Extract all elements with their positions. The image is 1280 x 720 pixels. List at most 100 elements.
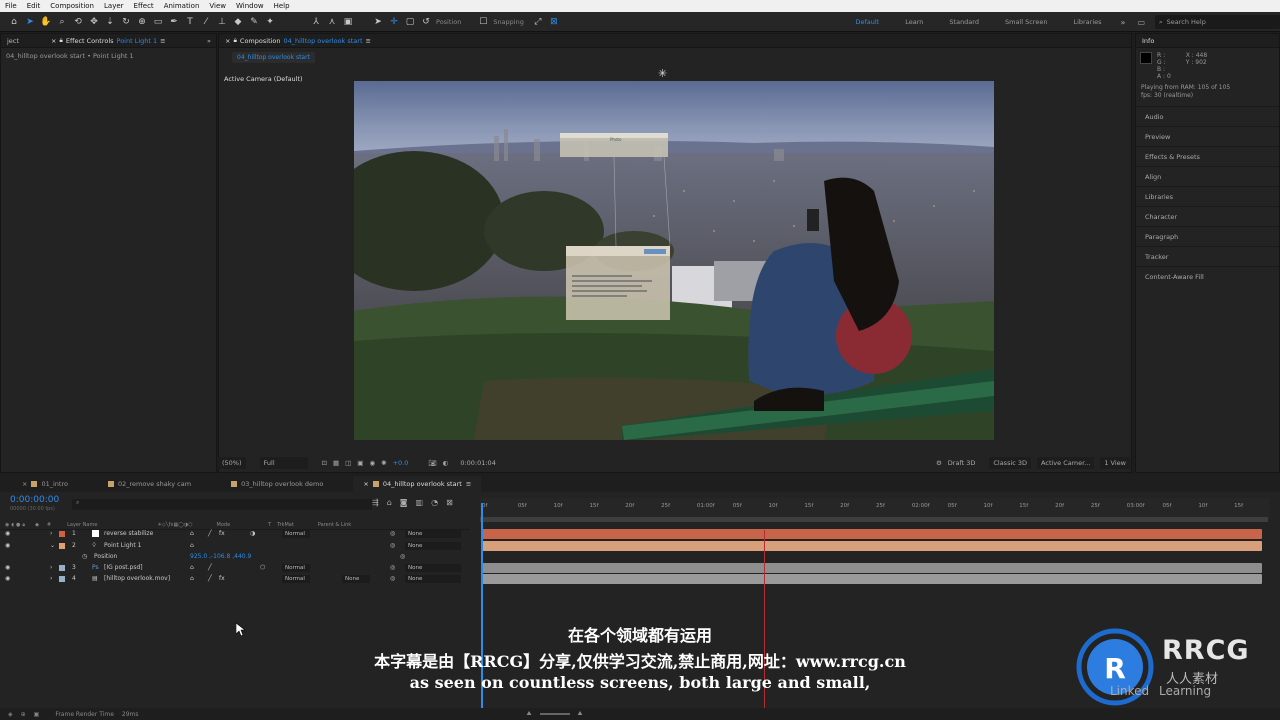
position-value[interactable]: 925.0 ,-106.8 ,440.9: [190, 553, 251, 560]
mode-dropdown[interactable]: Normal: [282, 563, 310, 572]
layer-duration-bar[interactable]: [482, 574, 1262, 584]
composition-sub-tab[interactable]: 04_hilltop overlook start: [232, 52, 315, 63]
frame-blend-icon[interactable]: ▥: [416, 498, 424, 507]
shy-switch-icon[interactable]: ⌂: [190, 542, 194, 549]
zoom-out-icon[interactable]: ⛰: [527, 710, 532, 718]
parent-dropdown[interactable]: None: [405, 563, 461, 572]
graph-editor-icon[interactable]: ⊠: [446, 498, 453, 507]
point-light-icon[interactable]: ✳: [658, 67, 667, 80]
menu-help[interactable]: Help: [269, 2, 295, 10]
layer-row[interactable]: ◉ › 1 reverse stabilize ⌂ ╱ fx ◑ Normal …: [0, 528, 470, 539]
panel-tracker[interactable]: Tracker: [1136, 246, 1279, 266]
timeline-tab-demo[interactable]: 03_hilltop overlook demo: [221, 480, 333, 488]
close-icon[interactable]: ×: [363, 480, 368, 488]
expand-chevron-icon[interactable]: ›: [50, 530, 52, 537]
layer-name[interactable]: reverse stabilize: [104, 530, 153, 537]
hand-tool-icon[interactable]: ✋: [38, 14, 54, 30]
home-icon[interactable]: ⌂: [6, 14, 22, 30]
layer-name[interactable]: Point Light 1: [104, 542, 142, 549]
mode-dropdown[interactable]: Normal: [282, 574, 310, 583]
expand-chevron-icon[interactable]: ⌄: [50, 542, 55, 549]
rotate-gizmo-icon[interactable]: ↺: [418, 14, 434, 30]
panel-paragraph[interactable]: Paragraph: [1136, 226, 1279, 246]
panel-content-aware-fill[interactable]: Content-Aware Fill: [1136, 266, 1279, 286]
snapshot-icon[interactable]: 📷︎: [428, 459, 436, 467]
toggle-render-icon[interactable]: ▣: [34, 711, 40, 718]
brush-tool-icon[interactable]: ⁄: [198, 14, 214, 30]
chevron-more-icon[interactable]: »: [1115, 18, 1132, 27]
audio-icon[interactable]: ◖: [11, 522, 14, 528]
show-snapshot-icon[interactable]: ◐: [443, 459, 449, 467]
solo-icon[interactable]: ●: [16, 522, 20, 528]
screen-icon[interactable]: ▭: [1131, 18, 1151, 27]
expand-chevron-icon[interactable]: ›: [50, 575, 52, 582]
toggle-modes-icon[interactable]: ⊕: [21, 711, 26, 718]
shy-icon[interactable]: ◙: [400, 498, 408, 507]
eye-icon[interactable]: ◉: [5, 575, 10, 582]
rotate-tool-icon[interactable]: ↻: [118, 14, 134, 30]
composition-viewer[interactable]: Photo: [354, 81, 994, 440]
layer-row[interactable]: ◉ › 4 ▤ [hilltop overlook.mov] ⌂ ╱ fx No…: [0, 573, 470, 584]
selection-tool-icon[interactable]: ➤: [22, 14, 38, 30]
draft-3d-icon[interactable]: ⌂: [387, 498, 392, 507]
time-ruler[interactable]: 0f 05f 10f 15f 20f 25f 01:00f 05f 10f 15f 20f 25f 02…: [480, 498, 1270, 518]
close-icon[interactable]: ×: [51, 37, 56, 45]
workspace-standard[interactable]: Standard: [936, 18, 992, 26]
comp-flowchart-icon[interactable]: ⇶: [372, 498, 379, 507]
menu-composition[interactable]: Composition: [45, 2, 99, 10]
zoom-dropdown[interactable]: (50%): [218, 457, 246, 469]
search-help-input[interactable]: ⌕ Search Help: [1155, 15, 1280, 29]
info-tab[interactable]: Info: [1136, 37, 1160, 45]
stopwatch-icon[interactable]: ◷: [82, 553, 87, 560]
transparency-icon[interactable]: ▣: [357, 459, 363, 467]
layer-duration-bar[interactable]: [482, 541, 1262, 551]
parent-dropdown[interactable]: None: [405, 541, 461, 550]
mask-icon[interactable]: ◫: [345, 459, 351, 467]
snap-icon[interactable]: ⤢: [530, 14, 546, 30]
panel-align[interactable]: Align: [1136, 166, 1279, 186]
layer-search-input[interactable]: ⌕: [72, 499, 372, 510]
grid-icon[interactable]: ▦: [333, 459, 339, 467]
quality-switch-icon[interactable]: ╱: [208, 530, 212, 537]
close-icon[interactable]: ×: [225, 37, 230, 45]
axis-view-icon[interactable]: ▣: [340, 14, 356, 30]
pan-camera-icon[interactable]: ✥: [86, 14, 102, 30]
zoom-tool-icon[interactable]: ⌕: [54, 14, 70, 30]
parent-dropdown[interactable]: None: [405, 574, 461, 583]
arrow-tool-icon[interactable]: ➤: [370, 14, 386, 30]
motion-blur-icon[interactable]: ◔: [431, 498, 438, 507]
workspace-default[interactable]: Default: [842, 18, 892, 26]
workspace-small-screen[interactable]: Small Screen: [992, 18, 1060, 26]
layer-label-color[interactable]: [59, 530, 65, 537]
layer-duration-bar[interactable]: [482, 529, 1262, 539]
pickwhip-icon[interactable]: ◎: [390, 575, 395, 582]
orbit-camera-icon[interactable]: ⟲: [70, 14, 86, 30]
views-dropdown[interactable]: 1 View: [1100, 457, 1130, 469]
menu-window[interactable]: Window: [231, 2, 269, 10]
layer-name[interactable]: [IG post.psd]: [104, 564, 143, 571]
parent-dropdown[interactable]: None: [405, 529, 461, 538]
layer-row[interactable]: ◉ › 3 Ps [IG post.psd] ⌂ ╱ ⬡ Normal ◎ No…: [0, 562, 470, 573]
project-tab[interactable]: ject: [1, 37, 25, 45]
move-gizmo-icon[interactable]: ✛: [386, 14, 402, 30]
3d-switch-icon[interactable]: ⬡: [260, 564, 265, 571]
work-area-bar[interactable]: [480, 517, 1268, 522]
pickwhip-icon[interactable]: ◎: [400, 553, 405, 560]
pan-behind-icon[interactable]: ⊕: [134, 14, 150, 30]
panel-expand-icon[interactable]: »: [207, 37, 216, 45]
eye-icon[interactable]: ◉: [5, 564, 10, 571]
type-tool-icon[interactable]: T: [182, 14, 198, 30]
label-icon[interactable]: ◆: [35, 522, 39, 528]
lock-icon[interactable]: 🔒︎: [233, 36, 236, 45]
axis-local-icon[interactable]: ⅄: [308, 14, 324, 30]
fx-switch-icon[interactable]: fx: [219, 530, 225, 537]
composition-tab[interactable]: × 🔒︎ Composition 04_hilltop overlook sta…: [219, 36, 377, 45]
panel-audio[interactable]: Audio: [1136, 106, 1279, 126]
menu-animation[interactable]: Animation: [159, 2, 205, 10]
panel-effects-presets[interactable]: Effects & Presets: [1136, 146, 1279, 166]
clone-stamp-icon[interactable]: ⊥: [214, 14, 230, 30]
lock-icon[interactable]: 🔒︎: [22, 522, 25, 528]
layer-label-color[interactable]: [59, 564, 65, 571]
viewer-timecode[interactable]: 0:00:01:04: [460, 459, 496, 467]
menu-effect[interactable]: Effect: [129, 2, 159, 10]
